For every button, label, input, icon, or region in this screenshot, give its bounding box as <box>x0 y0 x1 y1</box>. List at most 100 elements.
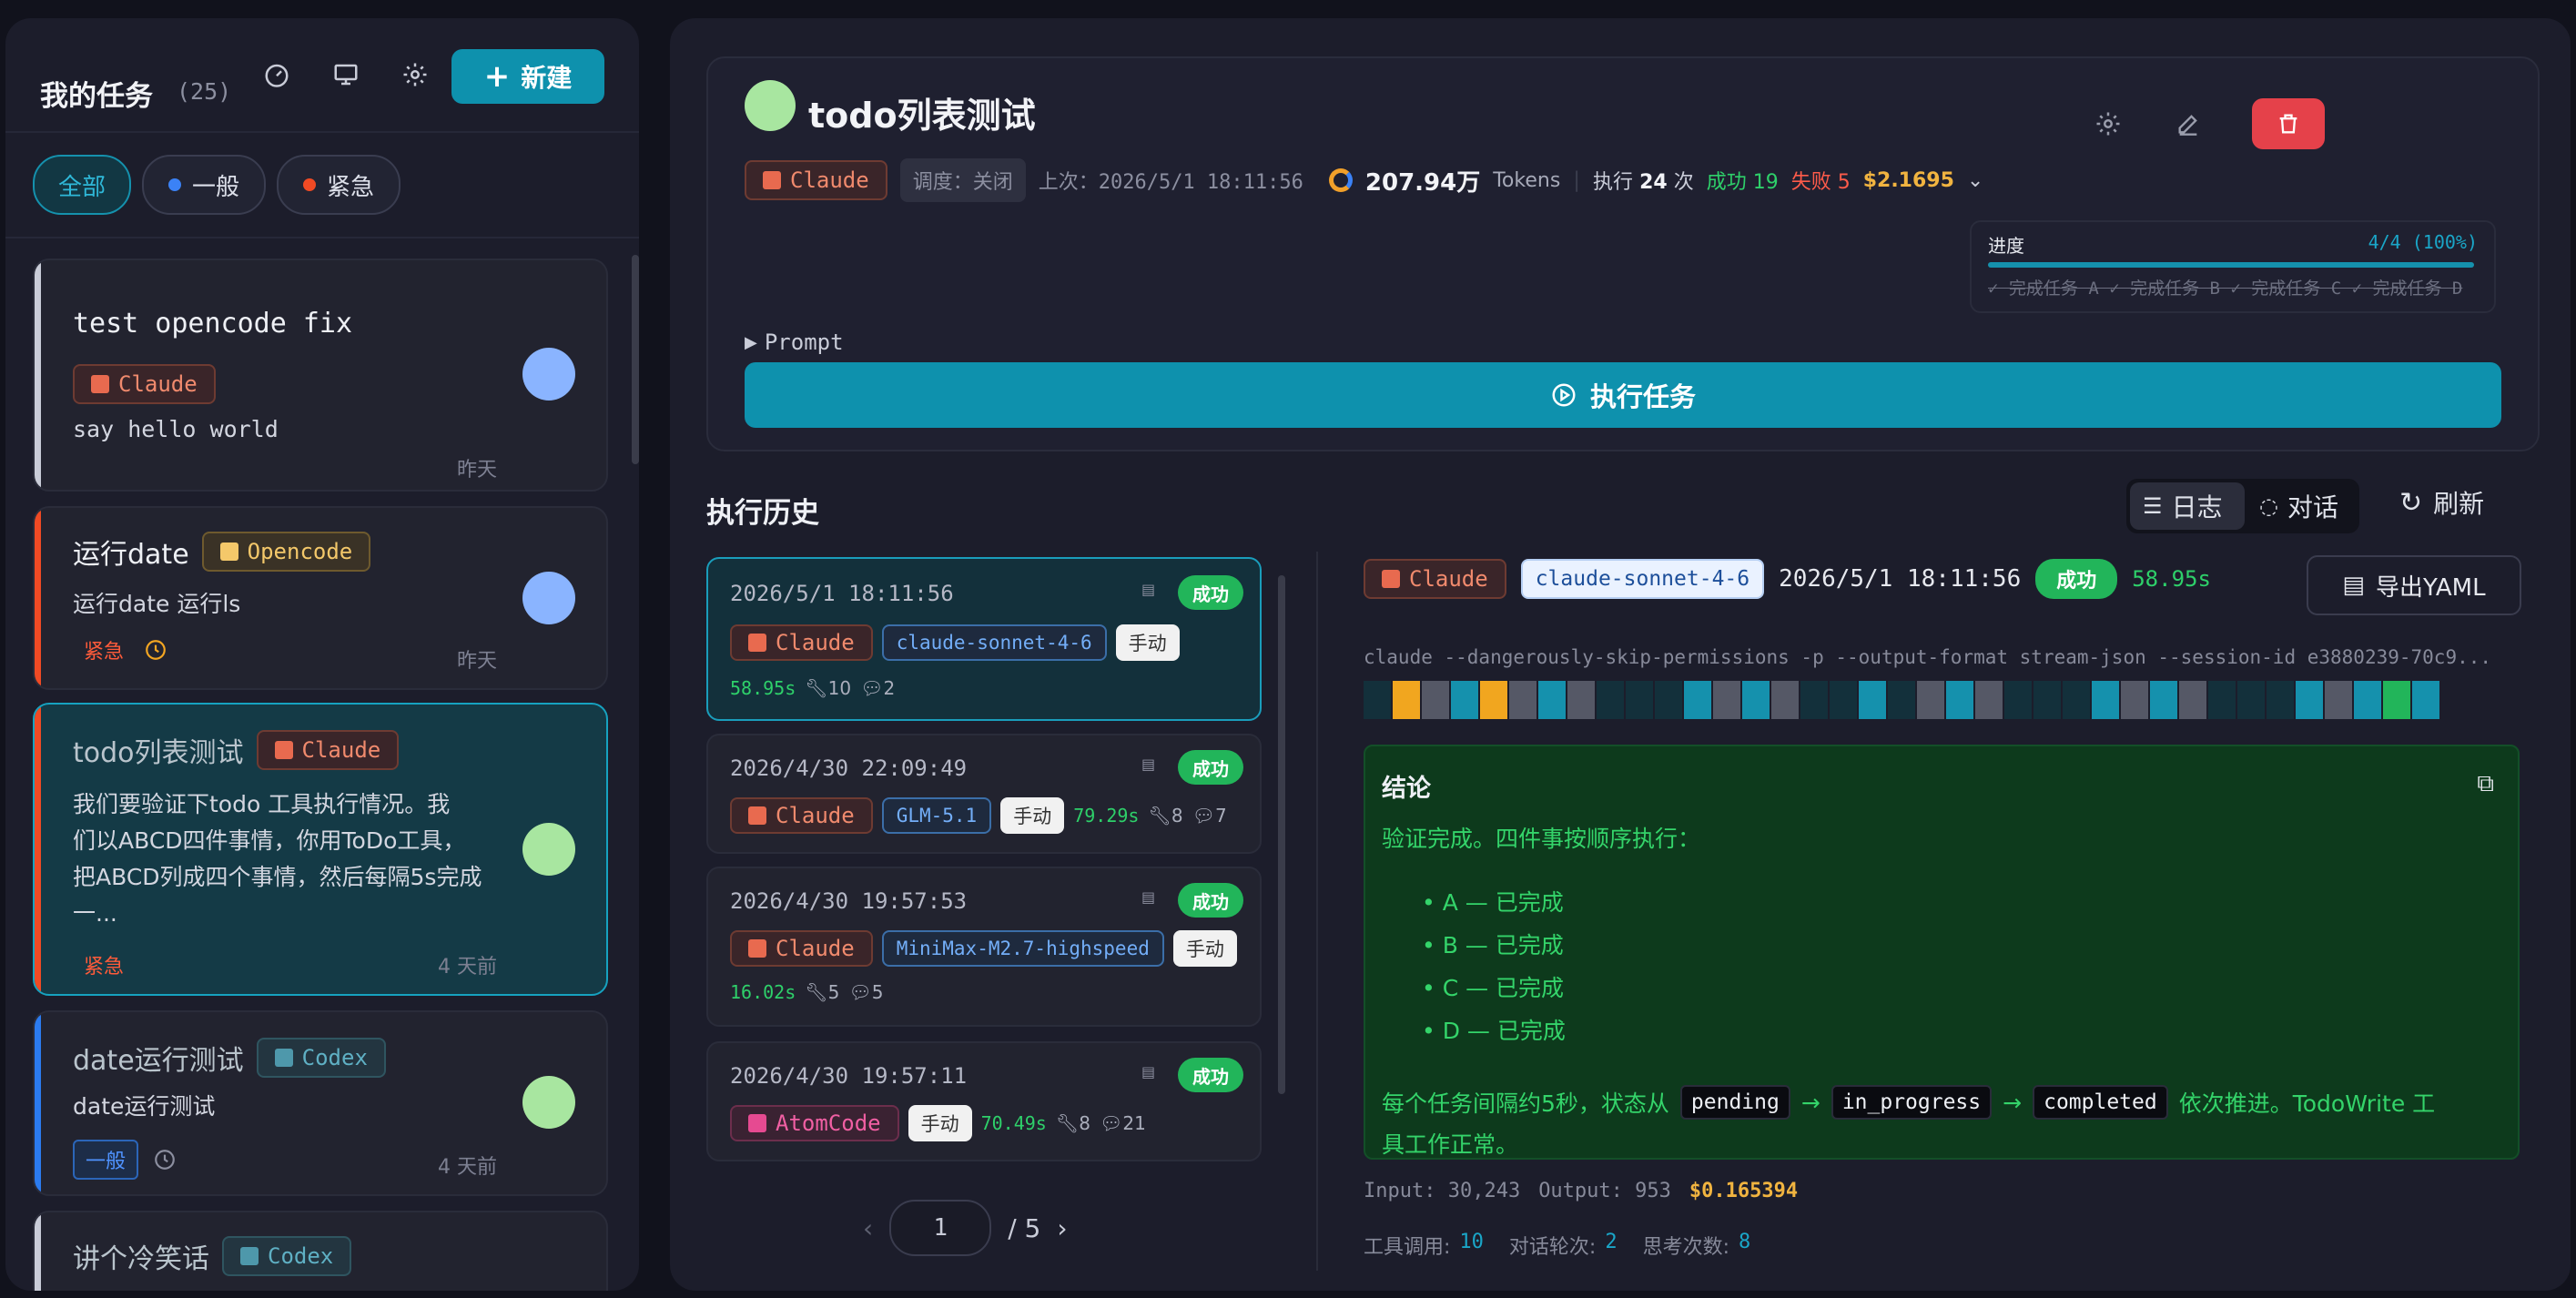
list-icon: ☰ <box>2143 493 2163 519</box>
input-tokens: Input: 30,243 <box>1364 1180 1521 1202</box>
timeline-block <box>2383 681 2410 719</box>
task-card[interactable]: 讲个冷笑话 Codex <box>33 1211 608 1291</box>
dashboard-icon[interactable] <box>257 55 297 95</box>
tab-chat[interactable]: ◌ 对话 <box>2246 482 2356 530</box>
view-toggle: ☰ 日志 ◌ 对话 <box>2126 479 2359 533</box>
run-task-button[interactable]: 执行任务 <box>745 362 2501 428</box>
history-item[interactable]: 2026/4/30 19:57:11 ▤ 成功 AtomCode 手动 70.4… <box>706 1041 1262 1161</box>
chat-bubble-icon: 💬︎ <box>860 677 884 699</box>
history-item[interactable]: 2026/4/30 19:57:53 ▤ 成功 Claude MiniMax-M… <box>706 867 1262 1027</box>
history-item[interactable]: 2026/4/30 22:09:49 ▤ 成功 Claude GLM-5.1 手… <box>706 734 1262 854</box>
timeline-block <box>2296 681 2323 719</box>
delete-button[interactable] <box>2252 98 2325 149</box>
chevron-right-icon[interactable]: › <box>1057 1213 1067 1243</box>
history-item[interactable]: 2026/5/1 18:11:56 ▤ 成功 Claude claude-son… <box>706 557 1262 721</box>
monitor-icon[interactable] <box>326 55 366 95</box>
schedule-chip: 调度：关闭 <box>899 158 1026 202</box>
timeline-block <box>2063 681 2090 719</box>
result-title: 结论 <box>1382 775 1431 803</box>
priority-badge: 紧急 <box>84 641 125 664</box>
output-tokens: Output: 953 <box>1538 1180 1671 1202</box>
edit-icon[interactable] <box>2168 104 2208 144</box>
status-badge: 成功 <box>1178 1058 1243 1092</box>
task-card[interactable]: date运行测试 Codex date运行测试 一般 4 天前 <box>33 1010 608 1196</box>
plus-icon: + <box>483 58 511 95</box>
codex-icon <box>274 1049 293 1067</box>
page-input[interactable]: 1 <box>889 1200 992 1256</box>
opencode-icon <box>219 543 238 561</box>
total-cost: $2.1695 <box>1862 168 1954 192</box>
agent-tag: Codex <box>222 1236 352 1276</box>
agent-tag: Claude <box>730 624 873 661</box>
task-title: todo列表测试 <box>808 96 1036 136</box>
avatar <box>522 823 575 876</box>
duration: 58.95s <box>2132 566 2211 592</box>
task-card[interactable]: test opencode fix Claude say hello world… <box>33 259 608 492</box>
scrollbar[interactable] <box>1278 575 1285 1094</box>
timeline-block <box>1480 681 1507 719</box>
normal-dot-icon <box>167 178 181 191</box>
settings-icon[interactable] <box>2088 104 2128 144</box>
chevron-left-icon[interactable]: ‹ <box>863 1213 873 1243</box>
filter-normal[interactable]: 一般 <box>142 155 266 215</box>
duration: 16.02s <box>730 981 796 1003</box>
turn-count: 💬︎2 <box>860 677 896 699</box>
success-count: 成功 19 <box>1706 171 1779 194</box>
filter-urgent[interactable]: 紧急 <box>277 155 401 215</box>
task-card[interactable]: 运行date Opencode 运行date 运行ls 紧急 昨天 <box>33 506 608 690</box>
turn-count: 💬︎21 <box>1099 1112 1146 1134</box>
settings-icon[interactable] <box>395 55 435 95</box>
progress-panel: 进度 4/4 (100%) ✓ 完成任务 A ✓ 完成任务 B ✓ 完成任务 C… <box>1970 220 2496 313</box>
export-yaml-button[interactable]: ▤ 导出YAML <box>2307 555 2521 615</box>
play-icon <box>1552 383 1576 407</box>
tab-log[interactable]: ☰ 日志 <box>2130 482 2245 530</box>
timeline-block <box>1509 681 1536 719</box>
history-title: 执行历史 <box>706 497 819 530</box>
timeline-block <box>2412 681 2439 719</box>
task-sidebar: 我的任务 (25) + 新建 全部 一般 紧急 test opencode fi… <box>5 18 639 1291</box>
chevron-down-icon[interactable]: ⌄ <box>1967 169 1983 192</box>
timeline-block <box>2267 681 2294 719</box>
copy-icon[interactable]: ⧉ <box>2477 770 2494 798</box>
refresh-icon: ↻ <box>2399 486 2423 519</box>
new-task-button[interactable]: + 新建 <box>451 49 604 104</box>
timeline-blocks <box>1364 681 2439 719</box>
file-icon: ▤ <box>1141 755 1156 773</box>
duration: 58.95s <box>730 677 796 699</box>
codex-icon <box>240 1247 259 1265</box>
timeline-block <box>2033 681 2061 719</box>
sidebar-title: 我的任务 <box>40 80 153 113</box>
task-card-selected[interactable]: todo列表测试 Claude 我们要验证下todo 工具执行情况。我 们以AB… <box>33 703 608 996</box>
claude-icon <box>748 939 766 958</box>
task-time: 昨天 <box>456 459 497 482</box>
status-badge: 成功 <box>1178 575 1243 610</box>
timeline-block <box>1859 681 1886 719</box>
timeline-block <box>2237 681 2265 719</box>
filter-all[interactable]: 全部 <box>33 155 131 215</box>
scrollbar[interactable] <box>632 255 639 464</box>
task-desc: 我们要验证下todo 工具执行情况。我 们以ABCD四件事情，你用ToDo工具，… <box>73 791 482 927</box>
task-meta: Claude 调度：关闭 上次：2026/5/1 18:11:56 207.94… <box>745 158 1983 202</box>
result-intro: 验证完成。四件事按顺序执行： <box>1382 826 1701 852</box>
refresh-button[interactable]: ↻ 刷新 <box>2399 484 2484 521</box>
turn-count: 💬︎5 <box>848 981 884 1003</box>
claude-icon <box>91 375 109 393</box>
timeline-block <box>1393 681 1420 719</box>
pagination: ‹ 1 / 5 › <box>863 1200 1068 1256</box>
timeline-block <box>2325 681 2352 719</box>
timeline-block <box>1567 681 1595 719</box>
progress-track <box>1988 262 2474 268</box>
urgent-dot-icon <box>302 178 316 191</box>
history-date: 2026/4/30 22:09:49 <box>730 755 968 781</box>
mode-tag: 手动 <box>908 1105 972 1141</box>
code-pending: pending <box>1679 1085 1790 1120</box>
timeline-block <box>1917 681 1944 719</box>
avatar <box>522 572 575 624</box>
task-desc: say hello world <box>73 416 279 442</box>
wrench-icon: 🔧︎ <box>805 981 828 1003</box>
run-detail-header: Claude claude-sonnet-4-6 2026/5/1 18:11:… <box>1364 559 2211 599</box>
status-badge: 成功 <box>1178 750 1243 785</box>
tool-count: 🔧︎5 <box>805 981 840 1003</box>
prompt-toggle[interactable]: ▶ Prompt <box>745 330 844 355</box>
claude-icon <box>748 634 766 652</box>
